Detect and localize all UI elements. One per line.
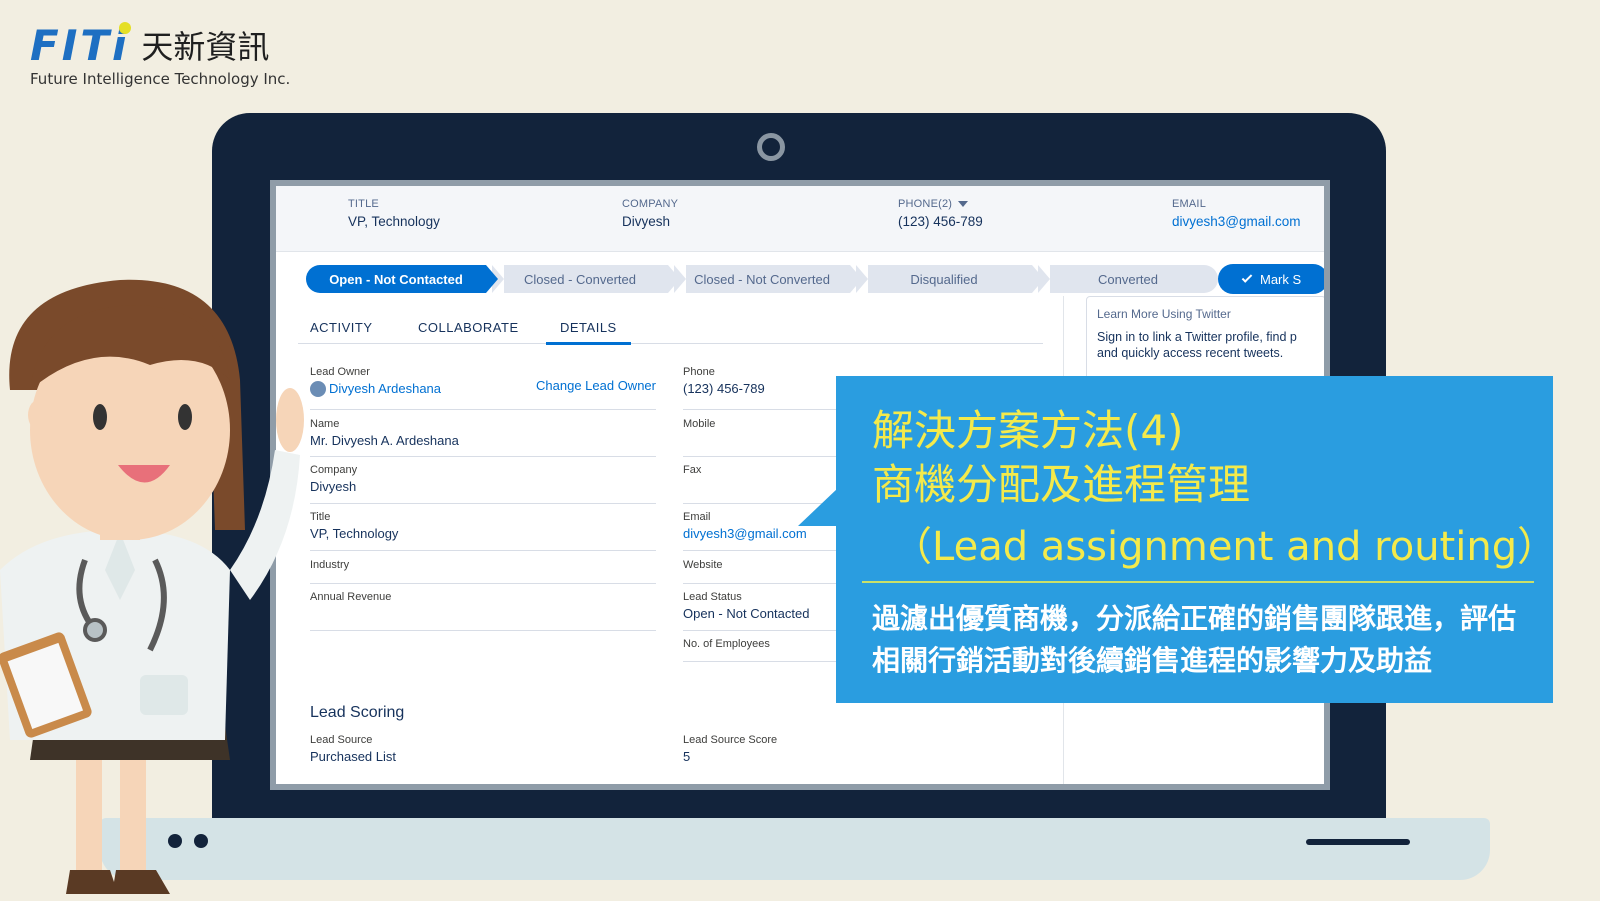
- path-step-closed-not-converted[interactable]: Closed - Not Converted: [674, 265, 862, 293]
- logo-chinese-name: 天新資訊: [141, 28, 270, 66]
- field-title: Title VP, Technology: [310, 511, 656, 551]
- logo-mark: FITi: [30, 21, 132, 70]
- header-email-field: EMAIL divyesh3@gmail.com: [1172, 198, 1301, 229]
- field-lead-source: Lead Source Purchased List: [310, 734, 396, 764]
- path-step-disqualified[interactable]: Disqualified: [856, 265, 1044, 293]
- callout-pointer: [798, 488, 838, 526]
- company-logo: FITi 天新資訊 Future Intelligence Technology…: [30, 21, 291, 88]
- field-industry: Industry: [310, 559, 656, 584]
- header-title-field: TITLE VP, Technology: [348, 198, 440, 229]
- field-name: Name Mr. Divyesh A. Ardeshana: [310, 418, 656, 457]
- checkmark-icon: [1241, 272, 1253, 283]
- chevron-down-icon[interactable]: [958, 201, 969, 208]
- tab-details[interactable]: DETAILS: [546, 320, 631, 345]
- twitter-card: Learn More Using Twitter Sign in to link…: [1086, 296, 1324, 386]
- tab-collaborate[interactable]: COLLABORATE: [418, 320, 519, 335]
- callout-subtitle: （Lead assignment and routing）: [892, 524, 1558, 570]
- callout-description: 過濾出優質商機，分派給正確的銷售團隊跟進，評估 相關行銷活動對後續銷售進程的影響…: [872, 602, 1517, 677]
- header-company-field: COMPANY Divyesh: [622, 198, 679, 229]
- change-lead-owner-link[interactable]: Change Lead Owner: [536, 378, 656, 393]
- field-lead-owner: Lead Owner Divyesh Ardeshana Change Lead…: [310, 366, 656, 410]
- header-phone-field[interactable]: PHONE(2) (123) 456-789: [898, 198, 983, 229]
- logo-english-name: Future Intelligence Technology Inc.: [30, 70, 291, 88]
- path-step-open-not-contacted[interactable]: Open - Not Contacted: [306, 265, 498, 293]
- mark-status-button[interactable]: Mark S: [1218, 264, 1324, 294]
- record-tabs: ACTIVITY COLLABORATE DETAILS: [298, 306, 1043, 345]
- field-company: Company Divyesh: [310, 464, 656, 504]
- laptop-slot: [1306, 839, 1410, 845]
- lead-owner-link: Divyesh Ardeshana: [329, 381, 442, 396]
- lead-scoring-title: Lead Scoring: [310, 704, 405, 721]
- path-step-converted[interactable]: Converted: [1038, 265, 1218, 293]
- logo-dot-icon: [119, 22, 132, 34]
- callout-divider: [862, 581, 1534, 583]
- solution-callout: 解決方案方法(4) 商機分配及進程管理 （Lead assignment and…: [836, 376, 1557, 703]
- camera-icon: [757, 133, 785, 161]
- email-link[interactable]: divyesh3@gmail.com: [1172, 214, 1301, 229]
- lead-status-path: Open - Not Contacted Closed - Converted …: [306, 265, 1224, 293]
- callout-title: 解決方案方法(4) 商機分配及進程管理: [872, 406, 1251, 509]
- record-highlights: TITLE VP, Technology COMPANY Divyesh PHO…: [276, 186, 1324, 252]
- field-annual-revenue: Annual Revenue: [310, 591, 656, 631]
- field-lead-source-score: Lead Source Score 5: [683, 734, 778, 764]
- doctor-character-illustration: [0, 279, 304, 894]
- path-step-closed-converted[interactable]: Closed - Converted: [492, 265, 680, 293]
